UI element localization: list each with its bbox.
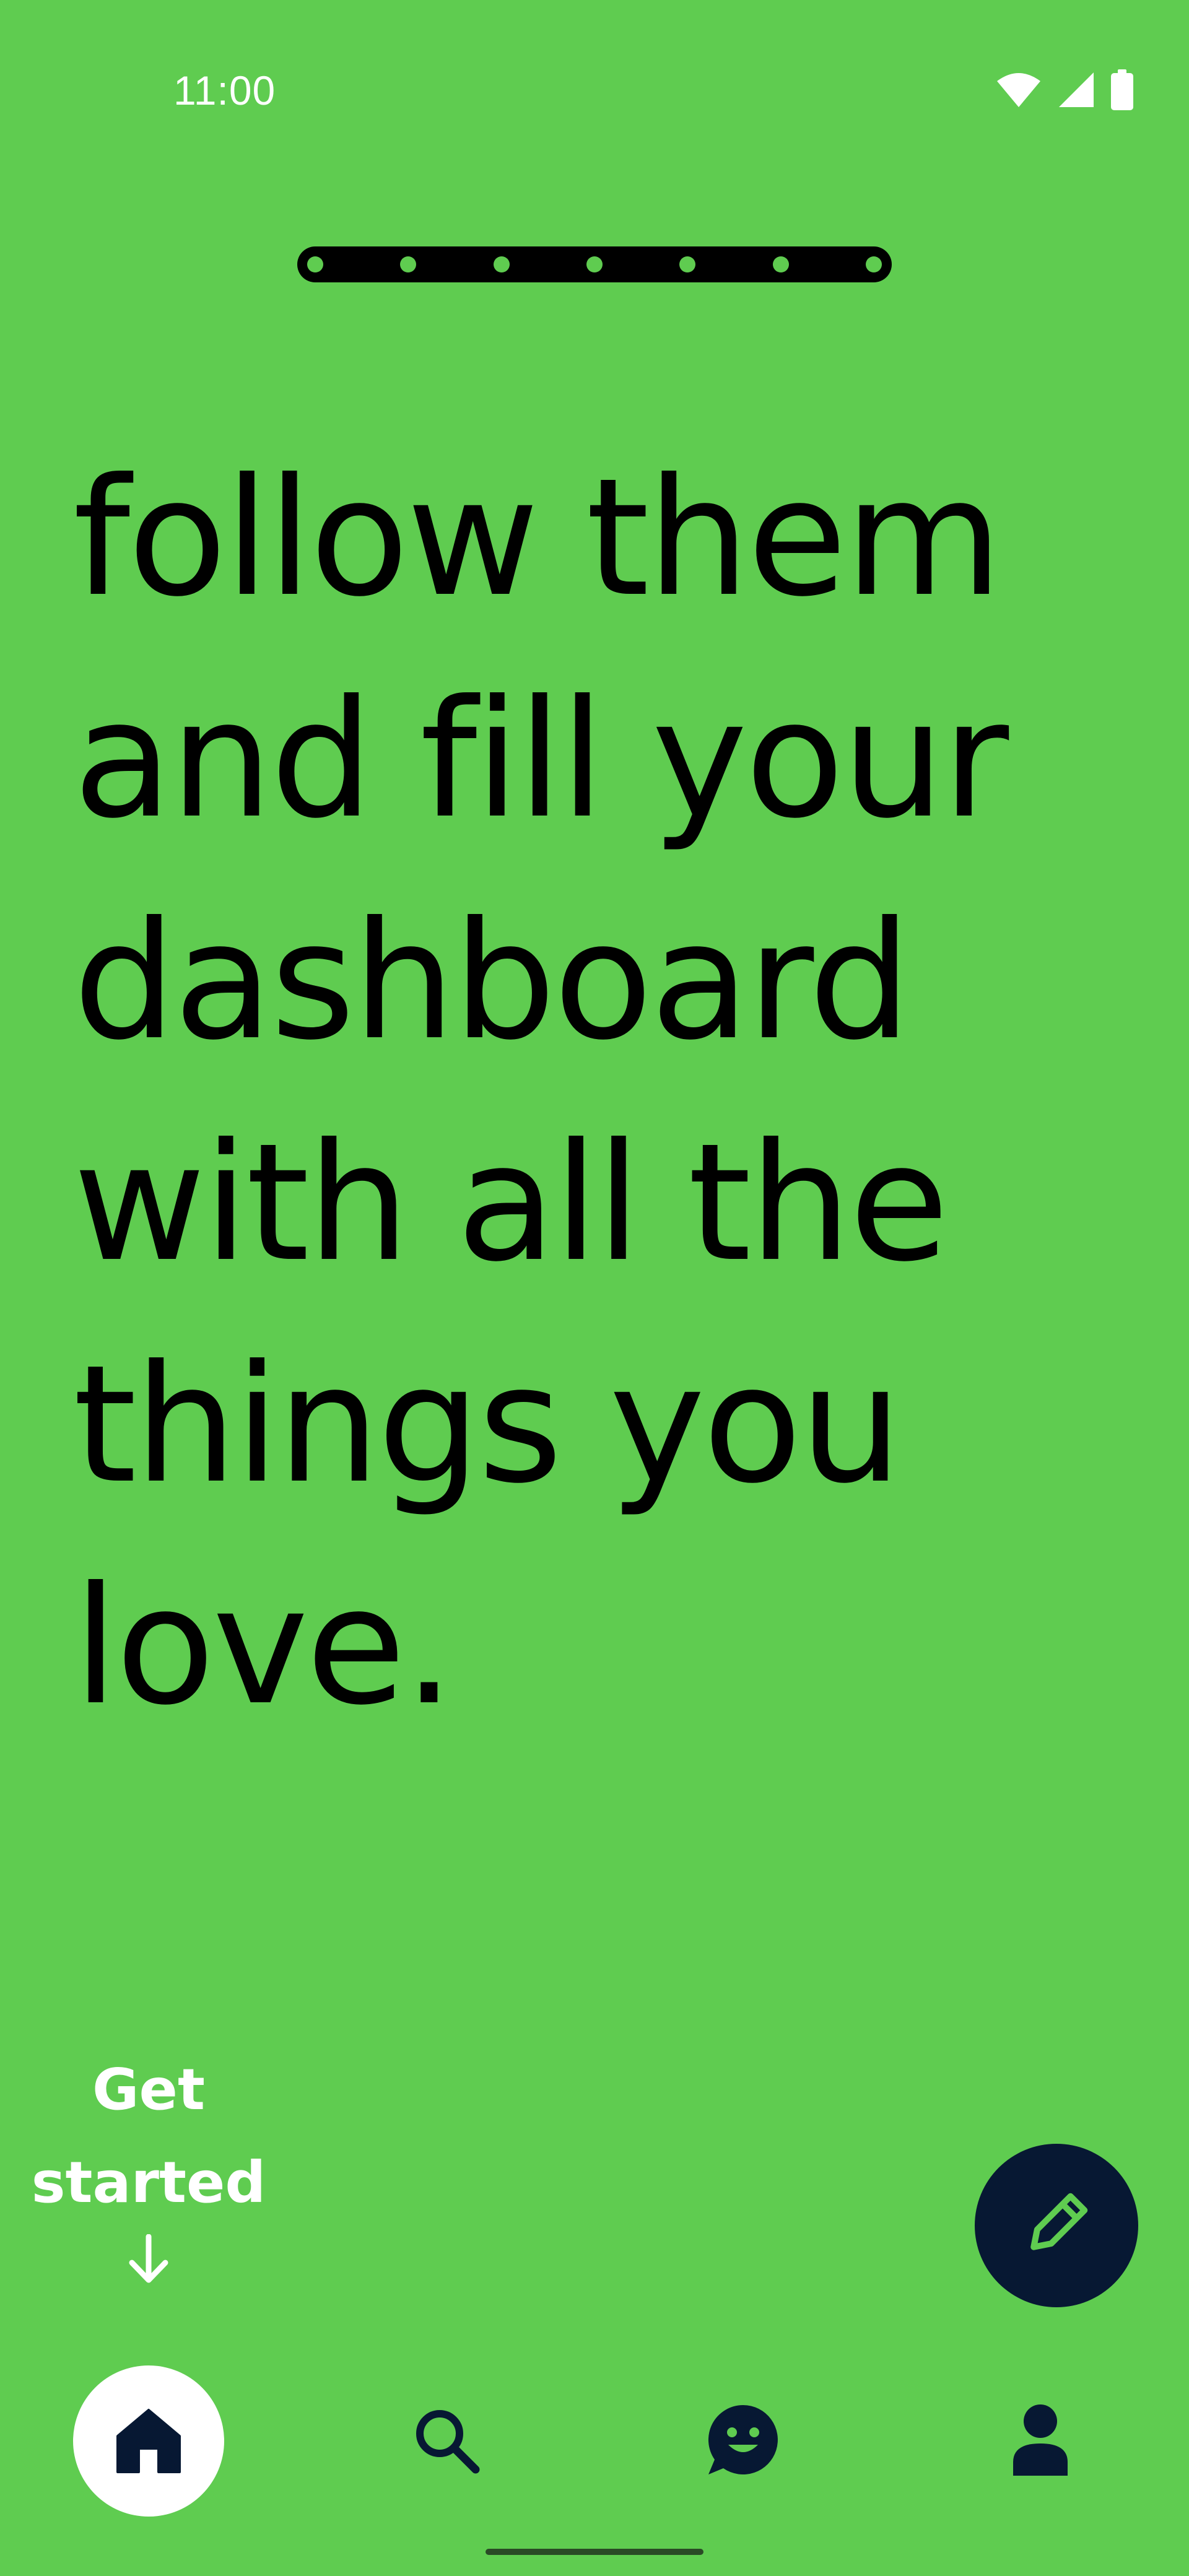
pencil-icon [1019,2187,1094,2265]
battery-icon [1111,69,1133,110]
step-dot [493,256,510,272]
chat-smiley-icon [706,2403,780,2480]
status-icons [996,69,1133,110]
nav-item-messages[interactable] [668,2365,819,2517]
step-indicator [297,246,892,282]
nav-item-search[interactable] [370,2365,521,2517]
step-dot [586,256,603,272]
wifi-icon [996,71,1042,108]
get-started-label: Get started [31,2056,266,2216]
step-dot [679,256,696,272]
search-icon [411,2405,481,2478]
nav-item-home[interactable] [73,2365,224,2517]
bottom-navigation [0,2353,1189,2539]
cellular-signal-icon [1058,71,1095,108]
status-time: 11:00 [173,67,276,113]
compose-fab[interactable] [975,2144,1138,2307]
person-icon [1009,2403,1071,2480]
home-icon [114,2405,183,2478]
get-started-button[interactable]: Get started [25,2043,272,2284]
step-dot [400,256,417,272]
arrow-down-icon [25,2234,272,2284]
step-dot [772,256,789,272]
onboarding-headline: follow them and fill your dashboard with… [73,443,1009,1741]
step-dot [866,256,882,272]
step-dot [307,256,323,272]
nav-item-profile[interactable] [965,2365,1116,2517]
status-bar: 11:00 [0,0,1189,186]
gesture-bar[interactable] [486,2549,703,2555]
